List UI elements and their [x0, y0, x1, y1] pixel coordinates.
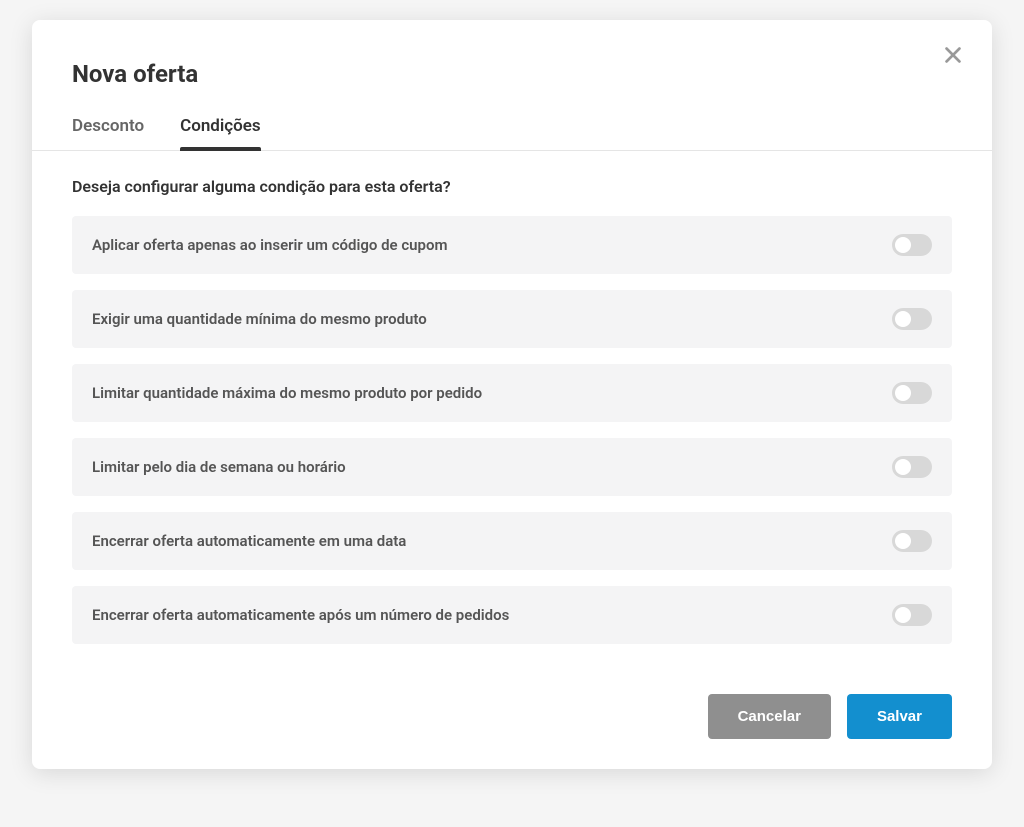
condition-end-orders: Encerrar oferta automaticamente após um …: [72, 586, 952, 644]
close-icon[interactable]: [942, 44, 964, 66]
condition-label: Limitar quantidade máxima do mesmo produ…: [92, 384, 482, 402]
toggle-end-orders[interactable]: [892, 604, 932, 626]
condition-list: Aplicar oferta apenas ao inserir um códi…: [72, 216, 952, 644]
toggle-end-date[interactable]: [892, 530, 932, 552]
toggle-min-quantity[interactable]: [892, 308, 932, 330]
condition-label: Limitar pelo dia de semana ou horário: [92, 458, 346, 476]
cancel-button[interactable]: Cancelar: [708, 694, 831, 739]
conditions-question: Deseja configurar alguma condição para e…: [72, 177, 952, 196]
condition-max-quantity: Limitar quantidade máxima do mesmo produ…: [72, 364, 952, 422]
condition-coupon-code: Aplicar oferta apenas ao inserir um códi…: [72, 216, 952, 274]
tab-discount[interactable]: Desconto: [72, 116, 144, 150]
condition-label: Encerrar oferta automaticamente após um …: [92, 606, 509, 624]
new-offer-modal: Nova oferta Desconto Condições Deseja co…: [32, 20, 992, 769]
tabs: Desconto Condições: [32, 116, 992, 151]
modal-footer: Cancelar Salvar: [72, 694, 952, 739]
tab-conditions[interactable]: Condições: [180, 116, 261, 150]
condition-end-date: Encerrar oferta automaticamente em uma d…: [72, 512, 952, 570]
condition-label: Aplicar oferta apenas ao inserir um códi…: [92, 236, 448, 254]
modal-title: Nova oferta: [72, 60, 952, 88]
save-button[interactable]: Salvar: [847, 694, 952, 739]
toggle-max-quantity[interactable]: [892, 382, 932, 404]
condition-label: Encerrar oferta automaticamente em uma d…: [92, 532, 406, 550]
toggle-coupon-code[interactable]: [892, 234, 932, 256]
condition-min-quantity: Exigir uma quantidade mínima do mesmo pr…: [72, 290, 952, 348]
condition-day-time: Limitar pelo dia de semana ou horário: [72, 438, 952, 496]
toggle-day-time[interactable]: [892, 456, 932, 478]
condition-label: Exigir uma quantidade mínima do mesmo pr…: [92, 310, 427, 328]
